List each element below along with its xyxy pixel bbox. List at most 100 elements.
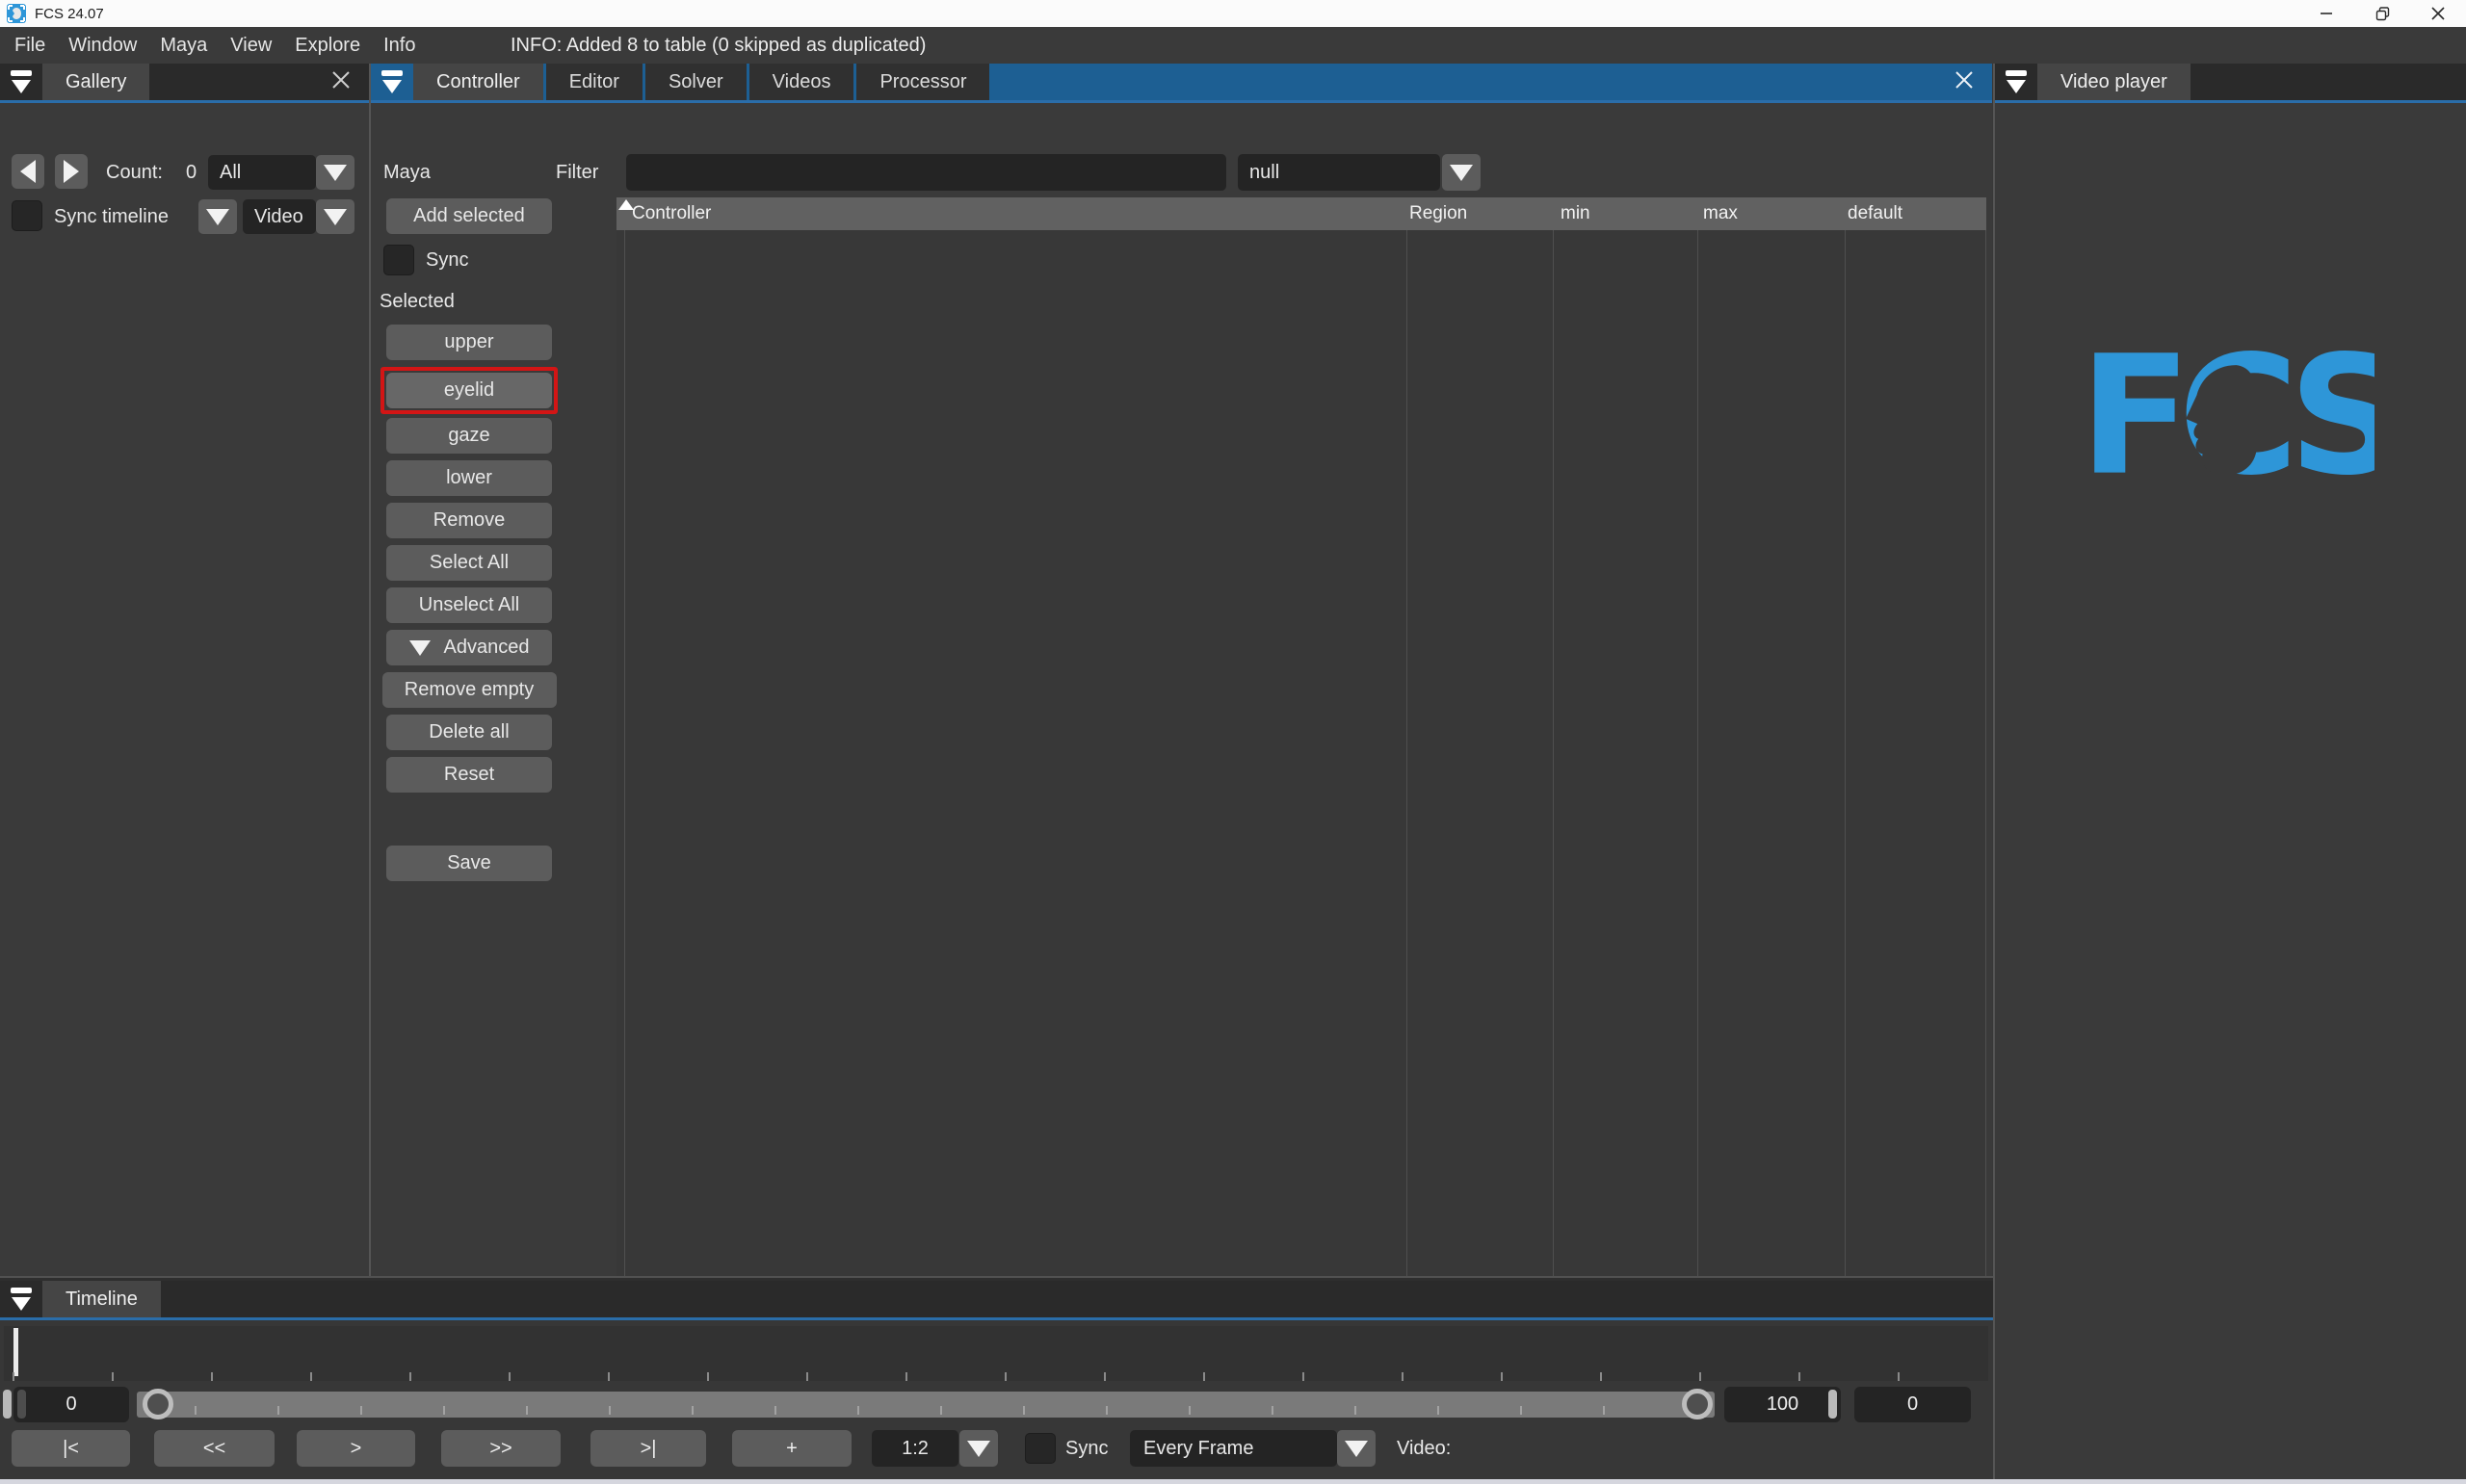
save-button[interactable]: Save xyxy=(386,846,552,881)
remove-empty-button[interactable]: Remove empty xyxy=(382,672,557,708)
select-all-button[interactable]: Select All xyxy=(386,545,552,581)
go-to-start-button[interactable]: |< xyxy=(12,1430,130,1467)
playback-mode-dropdown-button[interactable] xyxy=(1337,1430,1376,1467)
application-window: FCS 24.07 File Window Maya View Explore … xyxy=(0,0,2466,1484)
tab-gallery[interactable]: Gallery xyxy=(42,64,149,100)
count-label: Count: xyxy=(106,154,163,191)
tab-timeline[interactable]: Timeline xyxy=(42,1281,161,1317)
preset-dropdown-button[interactable] xyxy=(1442,154,1481,191)
chevron-down-icon xyxy=(324,165,347,181)
menu-item-info[interactable]: Info xyxy=(372,35,427,57)
menu-item-view[interactable]: View xyxy=(219,35,283,57)
video-source-select[interactable]: Video xyxy=(243,199,316,234)
sync-checkbox[interactable] xyxy=(383,245,414,275)
tab-videos[interactable]: Videos xyxy=(749,64,854,100)
timeline-sync-checkbox[interactable] xyxy=(1025,1433,1056,1464)
app-icon xyxy=(7,4,26,23)
previous-button[interactable] xyxy=(12,154,44,189)
controller-button-column: Add selected Sync Selected upper eyelid … xyxy=(378,198,561,888)
filter-label: Filter xyxy=(556,154,598,191)
gallery-close-button[interactable] xyxy=(325,64,357,96)
table-header: Controller Region min max default xyxy=(616,197,1986,230)
selection-button-eyelid[interactable]: eyelid xyxy=(386,373,552,408)
restore-button[interactable] xyxy=(2354,0,2410,27)
gallery-collapse-icon[interactable] xyxy=(8,67,37,96)
next-button[interactable] xyxy=(55,154,88,189)
play-button[interactable]: > xyxy=(297,1430,415,1467)
delete-all-button[interactable]: Delete all xyxy=(386,715,552,750)
preset-select[interactable]: null xyxy=(1238,154,1440,191)
filter-input[interactable] xyxy=(626,154,1226,191)
column-header-min[interactable]: min xyxy=(1561,197,1590,230)
timeline-scrub-area[interactable] xyxy=(4,1326,1988,1381)
sync-mode-dropdown-button[interactable] xyxy=(198,199,237,234)
reset-button[interactable]: Reset xyxy=(386,757,552,793)
table-column-divider xyxy=(1697,230,1698,1276)
video-player-collapse-icon[interactable] xyxy=(2003,67,2032,96)
column-header-default[interactable]: default xyxy=(1848,197,1902,230)
step-back-button[interactable]: << xyxy=(154,1430,275,1467)
unselect-all-button[interactable]: Unselect All xyxy=(386,587,552,623)
window-title: FCS 24.07 xyxy=(35,6,104,22)
tab-editor[interactable]: Editor xyxy=(546,64,643,100)
selection-button-lower[interactable]: lower xyxy=(386,460,552,496)
timeline-collapse-icon[interactable] xyxy=(8,1285,37,1314)
range-scrollbar-left-handle[interactable] xyxy=(3,1390,12,1419)
menu-item-window[interactable]: Window xyxy=(57,35,148,57)
panel-divider[interactable] xyxy=(369,64,371,1276)
column-header-controller[interactable]: Controller xyxy=(632,197,711,230)
gallery-content: Count: 0 All Sync timeline Video xyxy=(0,106,369,1276)
remove-button[interactable]: Remove xyxy=(386,503,552,538)
range-slider-end-handle[interactable] xyxy=(1682,1389,1713,1419)
table-column-divider xyxy=(624,230,625,1276)
selection-button-gaze[interactable]: gaze xyxy=(386,418,552,454)
video-player-tab-bar: Video player xyxy=(1995,64,2466,103)
add-selected-button[interactable]: Add selected xyxy=(386,198,552,234)
range-slider-start-handle[interactable] xyxy=(143,1389,173,1419)
chevron-down-icon xyxy=(206,209,229,225)
column-header-max[interactable]: max xyxy=(1703,197,1738,230)
gallery-filter-dropdown-button[interactable] xyxy=(316,155,354,190)
table-body[interactable] xyxy=(616,230,1986,1276)
controller-close-button[interactable] xyxy=(1948,64,1981,96)
range-end-field[interactable]: 100 xyxy=(1724,1387,1841,1422)
controller-table: Controller Region min max default xyxy=(616,197,1986,1276)
selection-button-upper[interactable]: upper xyxy=(386,325,552,360)
selected-label: Selected xyxy=(380,291,455,313)
video-source-dropdown-button[interactable] xyxy=(316,199,354,234)
video-label: Video: xyxy=(1397,1430,1451,1467)
transport-controls: |< << > >> >| + 1:2 Sync Every Frame Vid… xyxy=(0,1430,1993,1467)
range-start-spinner-handle[interactable] xyxy=(17,1390,26,1419)
gallery-filter-select[interactable]: All xyxy=(208,155,316,190)
playhead-cursor[interactable] xyxy=(13,1328,18,1376)
gallery-nav-row: Count: 0 All xyxy=(0,154,369,191)
range-start-field[interactable]: 0 xyxy=(13,1387,129,1422)
tab-controller[interactable]: Controller xyxy=(413,64,543,100)
timeline-sync-label: Sync xyxy=(1065,1430,1108,1467)
panel-divider[interactable] xyxy=(1993,64,1995,1484)
advanced-button[interactable]: Advanced xyxy=(386,630,552,665)
range-slider-track[interactable] xyxy=(137,1392,1715,1418)
add-key-button[interactable]: + xyxy=(732,1430,852,1467)
controller-collapse-icon[interactable] xyxy=(379,67,407,96)
menu-item-explore[interactable]: Explore xyxy=(283,35,372,57)
column-header-region[interactable]: Region xyxy=(1409,197,1467,230)
current-frame-field[interactable]: 0 xyxy=(1854,1387,1971,1422)
tab-video-player[interactable]: Video player xyxy=(2037,64,2191,100)
range-end-spinner-handle[interactable] xyxy=(1828,1390,1837,1419)
playback-mode-select[interactable]: Every Frame xyxy=(1130,1430,1337,1467)
tab-solver[interactable]: Solver xyxy=(645,64,747,100)
sync-timeline-checkbox[interactable] xyxy=(12,200,42,231)
step-ratio-select[interactable]: 1:2 xyxy=(872,1430,958,1467)
go-to-end-button[interactable]: >| xyxy=(590,1430,706,1467)
minimize-button[interactable] xyxy=(2298,0,2354,27)
menu-bar: File Window Maya View Explore Info INFO:… xyxy=(0,27,2466,64)
fcs-logo: FCS xyxy=(2089,336,2374,500)
tab-processor[interactable]: Processor xyxy=(856,64,989,100)
menu-item-file[interactable]: File xyxy=(0,35,57,57)
video-player-panel: Video player FCS xyxy=(1995,64,2466,1484)
close-button[interactable] xyxy=(2410,0,2466,27)
step-ratio-dropdown-button[interactable] xyxy=(959,1430,998,1467)
step-forward-button[interactable]: >> xyxy=(441,1430,561,1467)
menu-item-maya[interactable]: Maya xyxy=(148,35,219,57)
